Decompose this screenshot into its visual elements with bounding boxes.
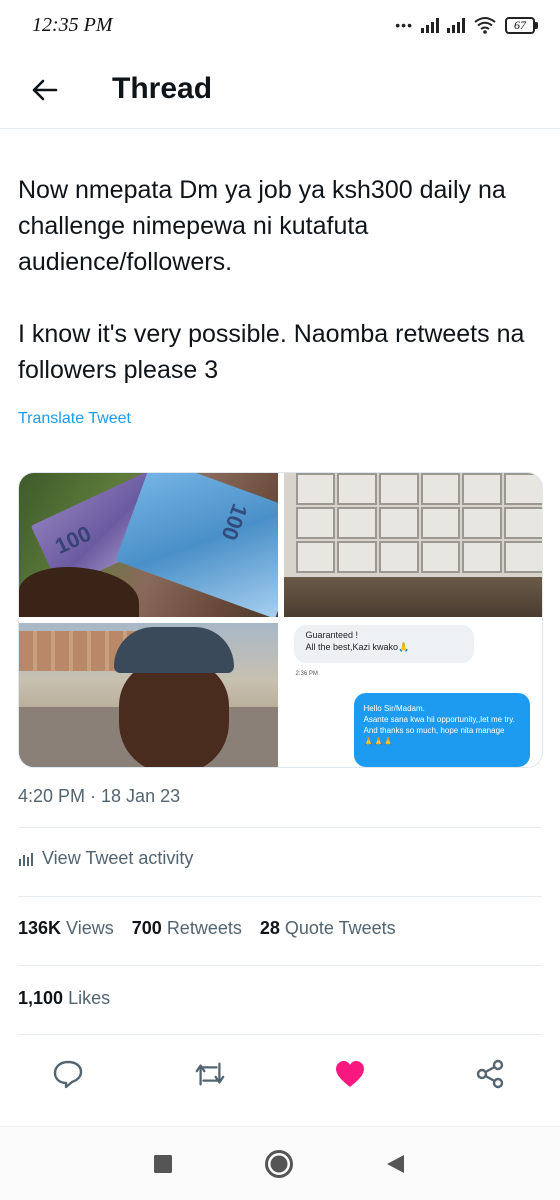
back-nav-button[interactable] [380, 1149, 410, 1179]
tweet-action-bar [0, 1050, 560, 1096]
view-tweet-activity[interactable]: View Tweet activity [18, 848, 193, 869]
divider [18, 896, 542, 897]
like-button[interactable] [334, 1058, 366, 1090]
reply-button[interactable] [52, 1058, 84, 1090]
translate-tweet-link[interactable]: Translate Tweet [18, 410, 131, 428]
quote-tweets-stat[interactable]: 28 Quote Tweets [260, 918, 396, 939]
hand-shape [19, 567, 139, 617]
media-photo-selfie[interactable] [19, 623, 278, 767]
header-divider [0, 128, 560, 129]
wifi-icon [474, 17, 496, 34]
floor [283, 577, 542, 617]
container-stack [295, 473, 542, 573]
divider [18, 1034, 542, 1035]
banknote-blue: 100 [115, 473, 278, 617]
share-icon [476, 1059, 504, 1089]
app-header: Thread [0, 52, 560, 128]
home-button[interactable] [264, 1149, 294, 1179]
activity-label: View Tweet activity [42, 848, 194, 868]
chat-bubble-incoming: Guaranteed ! All the best,Kazi kwako🙏 [293, 625, 474, 663]
chat-bubble-outgoing: Hello Sir/Madam. Asante sana kwa hii opp… [353, 693, 530, 767]
status-bar: 12:35 PM ••• 67 [0, 0, 560, 52]
triangle-back-icon [387, 1155, 404, 1173]
cap-shape [114, 627, 234, 673]
status-time: 12:35 PM [32, 14, 113, 36]
media-photo-containers[interactable] [283, 473, 542, 617]
media-photo-chat[interactable]: Guaranteed ! All the best,Kazi kwako🙏 2:… [283, 623, 542, 767]
reply-icon [53, 1060, 83, 1089]
tweet-text: Asante sana follower Alliniconnect... No… [18, 104, 525, 384]
page-title: Thread [112, 72, 213, 105]
signal-icon-2 [447, 17, 465, 33]
tweet-media-grid: 100 100 Guaranteed ! All the best,Kazi k… [18, 472, 543, 768]
battery-level: 67 [505, 16, 535, 34]
square-icon [154, 1155, 172, 1173]
views-stat[interactable]: 136K Views [18, 918, 114, 939]
bar-chart-icon [19, 852, 33, 866]
recents-button[interactable] [148, 1149, 178, 1179]
chat-time: 2:36 PM [295, 671, 318, 677]
divider [18, 965, 542, 966]
face-shape [119, 661, 229, 767]
tweet-stats: 136K Views 700 Retweets 28 Quote Tweets [18, 918, 396, 939]
status-icons: ••• 67 [395, 16, 538, 34]
tweet-timestamp[interactable]: 4:20 PM · 18 Jan 23 [18, 786, 180, 807]
retweets-stat[interactable]: 700 Retweets [132, 918, 242, 939]
back-button[interactable] [24, 70, 64, 110]
system-nav-bar [0, 1126, 560, 1200]
heart-icon [336, 1061, 364, 1087]
circle-icon [265, 1150, 293, 1178]
media-photo-money[interactable]: 100 100 [19, 473, 278, 617]
signal-icon-1 [421, 17, 439, 33]
retweet-button[interactable] [194, 1058, 226, 1090]
likes-stat[interactable]: 1,100 Likes [18, 988, 110, 1009]
retweet-icon [195, 1062, 225, 1086]
arrow-left-icon [32, 79, 58, 101]
share-button[interactable] [474, 1058, 506, 1090]
notification-dots-icon: ••• [395, 17, 413, 33]
battery-icon: 67 [505, 16, 538, 34]
divider [18, 827, 542, 828]
